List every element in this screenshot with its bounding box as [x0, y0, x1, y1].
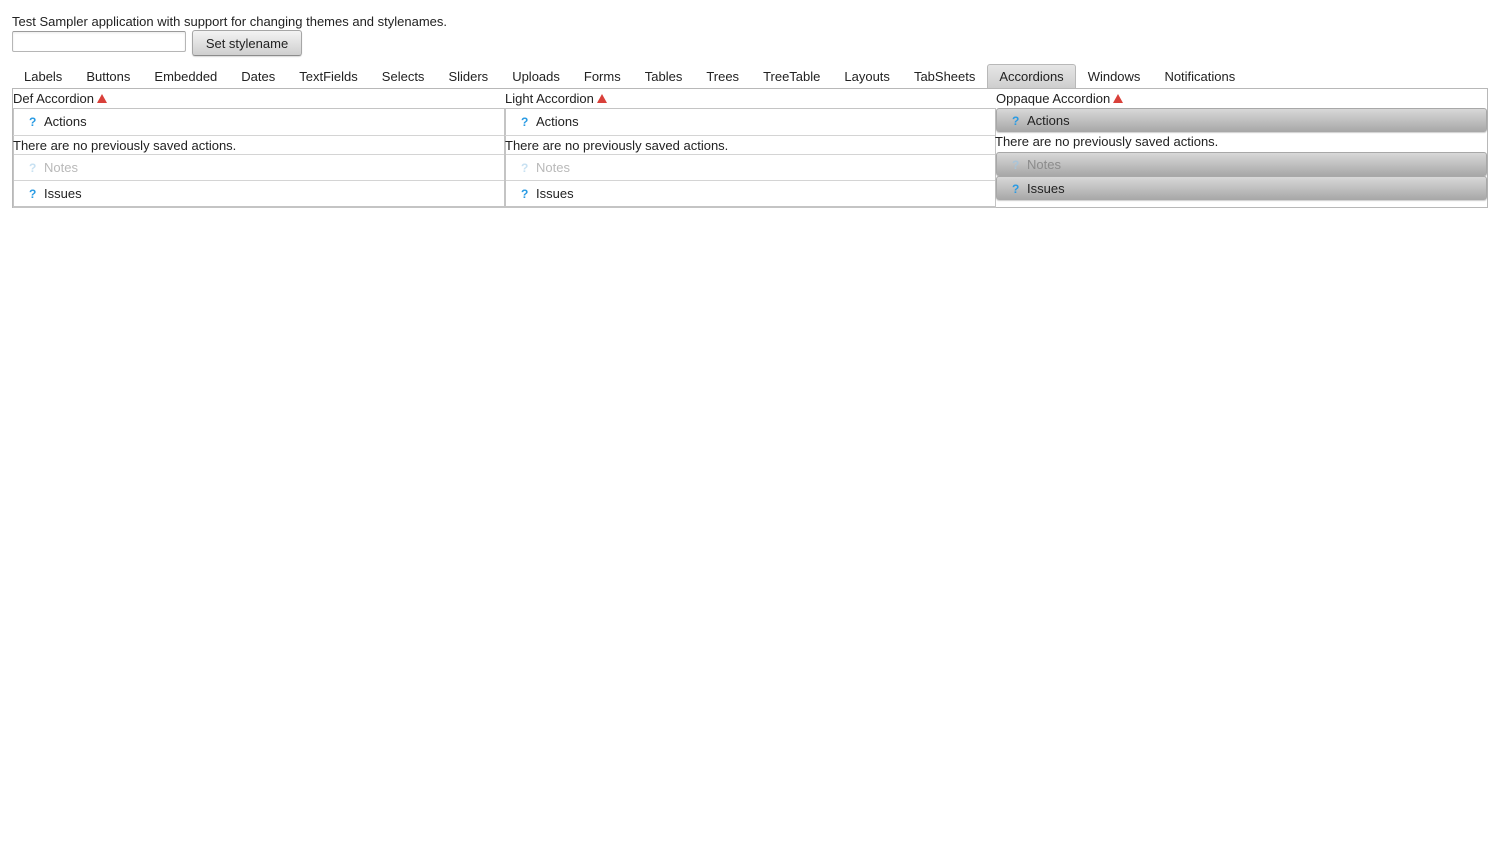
light-accordion-column: Light Accordion ? Actions There are no pr…	[505, 89, 996, 208]
tab-windows[interactable]: Windows	[1076, 64, 1153, 89]
caption-label: Issues	[536, 186, 574, 201]
accordion-title: Oppaque Accordion	[996, 89, 1487, 108]
oppaque-accordion-column: Oppaque Accordion ? Actions There are no …	[995, 89, 1487, 200]
help-icon: ?	[29, 187, 37, 201]
caption-label: Actions	[1027, 113, 1070, 128]
accordion-item-notes: ? Notes	[506, 154, 995, 180]
tab-tabsheets[interactable]: TabSheets	[902, 64, 987, 89]
tab-tables[interactable]: Tables	[633, 64, 695, 89]
stylename-input[interactable]	[12, 31, 186, 52]
help-icon: ?	[1012, 158, 1020, 172]
tab-embedded[interactable]: Embedded	[142, 64, 229, 89]
test-sampler-app: Test Sampler application with support fo…	[0, 0, 1500, 850]
tab-buttons[interactable]: Buttons	[74, 64, 142, 89]
tab-trees[interactable]: Trees	[694, 64, 751, 89]
caption-label: Notes	[536, 160, 570, 175]
accordion-item-issues: ? Issues	[996, 176, 1487, 200]
tab-labels[interactable]: Labels	[12, 64, 74, 89]
def-accordion: ? Actions There are no previously saved a…	[13, 108, 505, 208]
help-icon: ?	[521, 187, 529, 201]
tab-uploads[interactable]: Uploads	[500, 64, 572, 89]
caption-label: Notes	[44, 160, 78, 175]
accordion-item-actions: ? Actions There are no previously saved a…	[505, 109, 995, 154]
tab-dates[interactable]: Dates	[229, 64, 287, 89]
help-icon: ?	[521, 115, 529, 129]
accordion-caption-issues[interactable]: ? Issues	[14, 180, 504, 206]
accordion-title: Light Accordion	[505, 89, 996, 108]
tab-layouts[interactable]: Layouts	[832, 64, 902, 89]
accordion-item-notes: ? Notes	[14, 154, 504, 180]
caption-label: Issues	[44, 186, 82, 201]
accordion-item-actions: ? Actions There are no previously saved a…	[995, 108, 1487, 152]
tab-accordions[interactable]: Accordions	[987, 64, 1076, 89]
accordion-title-text: Def Accordion	[13, 91, 94, 106]
help-icon: ?	[29, 161, 37, 175]
warning-icon	[96, 94, 107, 104]
caption-label: Actions	[536, 114, 579, 129]
accordion-caption-notes: ? Notes	[14, 154, 504, 180]
tab-sliders[interactable]: Sliders	[436, 64, 500, 89]
light-accordion: ? Actions There are no previously saved a…	[505, 108, 996, 208]
tab-bar: Labels Buttons Embedded Dates TextFields…	[12, 64, 1247, 89]
warning-icon	[1113, 94, 1124, 104]
accordion-caption-issues[interactable]: ? Issues	[996, 176, 1487, 200]
def-accordion-column: Def Accordion ? Actions There are no prev…	[13, 89, 505, 208]
accordion-caption-actions[interactable]: ? Actions	[506, 109, 995, 135]
help-icon: ?	[1012, 114, 1020, 128]
accordion-title: Def Accordion	[13, 89, 505, 108]
warning-icon	[596, 94, 607, 104]
app-description: Test Sampler application with support fo…	[12, 14, 448, 29]
accordion-item-actions: ? Actions There are no previously saved a…	[13, 109, 504, 154]
accordion-caption-actions[interactable]: ? Actions	[996, 108, 1487, 132]
help-icon: ?	[1012, 182, 1020, 196]
set-stylename-button[interactable]: Set stylename	[192, 30, 302, 56]
accordion-item-issues: ? Issues	[14, 180, 504, 206]
accordion-caption-notes: ? Notes	[506, 154, 995, 180]
accordion-content-actions: There are no previously saved actions.	[505, 135, 995, 154]
tab-forms[interactable]: Forms	[572, 64, 633, 89]
help-icon: ?	[29, 115, 37, 129]
accordion-item-notes: ? Notes	[996, 152, 1487, 176]
accordion-caption-actions[interactable]: ? Actions	[14, 109, 504, 135]
caption-label: Issues	[1027, 181, 1065, 196]
tab-textfields[interactable]: TextFields	[287, 64, 370, 89]
accordion-caption-issues[interactable]: ? Issues	[506, 180, 995, 206]
accordion-caption-notes: ? Notes	[996, 152, 1487, 176]
accordion-title-text: Oppaque Accordion	[996, 91, 1111, 106]
accordion-item-issues: ? Issues	[506, 180, 995, 206]
accordion-content-actions: There are no previously saved actions.	[995, 134, 1219, 149]
oppaque-accordion: ? Actions There are no previously saved a…	[995, 108, 1487, 200]
caption-label: Notes	[1027, 157, 1061, 172]
caption-label: Actions	[44, 114, 87, 129]
accordion-content-actions: There are no previously saved actions.	[13, 135, 504, 154]
tab-notifications[interactable]: Notifications	[1152, 64, 1247, 89]
tab-treetable[interactable]: TreeTable	[751, 64, 832, 89]
accordion-title-text: Light Accordion	[505, 91, 594, 106]
help-icon: ?	[521, 161, 529, 175]
tab-content-panel: Def Accordion ? Actions There are no prev…	[12, 88, 1488, 208]
tab-selects[interactable]: Selects	[370, 64, 437, 89]
